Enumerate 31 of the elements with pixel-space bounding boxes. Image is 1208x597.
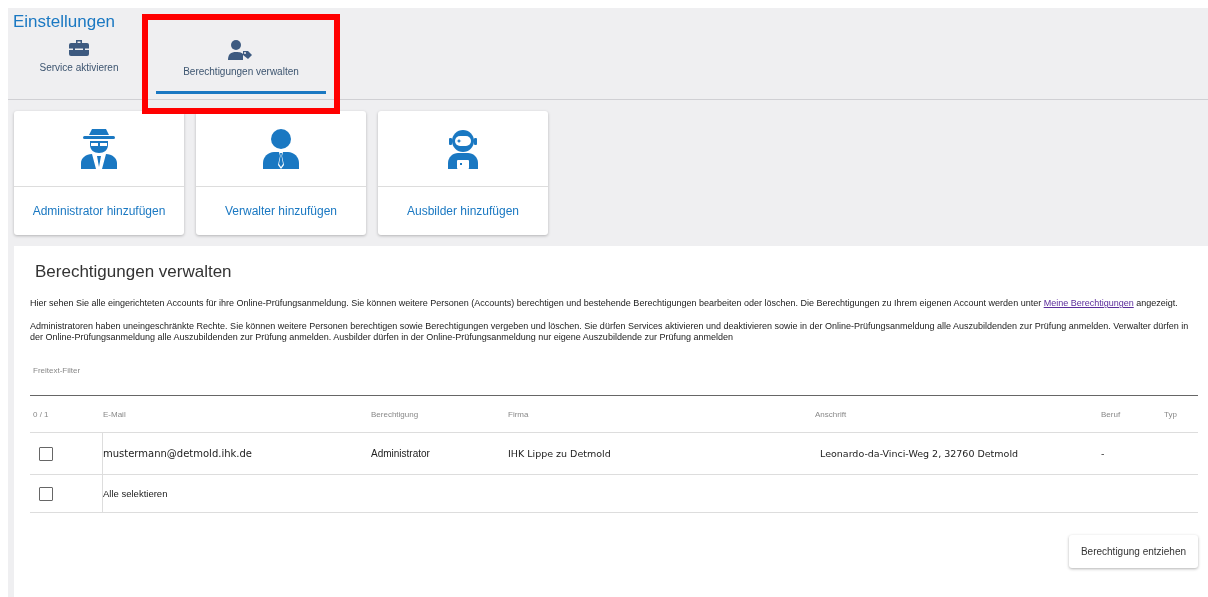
tab[interactable]: Service aktivieren	[20, 34, 138, 94]
column-header: Firma	[508, 409, 530, 419]
user-tag-icon	[228, 40, 254, 60]
checkbox[interactable]	[39, 486, 53, 501]
column-header: Typ	[1164, 409, 1178, 419]
astronaut-icon	[445, 128, 481, 169]
column-header: 0 / 1	[32, 409, 50, 419]
link[interactable]: Meine Berechtigungen	[1043, 298, 1134, 308]
page-title: Einstellungen	[12, 11, 117, 32]
column-header: E-Mail	[103, 409, 127, 419]
add-card[interactable]: Verwalter hinzufügen	[196, 111, 366, 235]
checkbox[interactable]	[39, 446, 53, 461]
toolbox-icon	[69, 40, 89, 56]
add-card[interactable]: Ausbilder hinzufügen	[378, 111, 548, 235]
revoke-button[interactable]: Berechtigung entziehen	[1068, 535, 1198, 568]
column-header: Berechtigung	[371, 409, 420, 419]
column-header: Beruf	[1101, 409, 1122, 419]
column-header: Anschrift	[815, 409, 848, 419]
user-tie-icon	[263, 128, 299, 169]
spy-icon	[81, 128, 117, 169]
tab[interactable]: Berechtigungen verwalten	[156, 34, 326, 94]
description-text: Administratoren haben uneingeschränkte Rechte. Sie können weitere Personen berechtigen sowie Berechtigungen vergeben und löschen. Sie dürfen Services aktivieren und deaktivieren sowie in der Online-Prüfungsanmeldung alle Auszubildenden zur Prüfung anmelden. Verwalter dürfen in der Online-Prüfungsanmeldung alle Auszubildenden zur Prüfung anmelden. Ausbilder dürfen in der Online-Prüfungsanmeldung nur eigene Auszubildende zur Prüfung anmelden	[30, 321, 1190, 343]
add-card[interactable]: Administrator hinzufügen	[14, 111, 184, 235]
table-cell-text: Leonardo-da-Vinci-Weg 2, 32760 Detmold	[819, 448, 1020, 459]
table-cell-text: IHK Lippe zu Detmold	[508, 448, 612, 459]
select-all-label: Alle selektieren	[103, 488, 169, 499]
table-cell-text: Administrator	[371, 448, 431, 459]
description-text: Hier sehen Sie alle eingerichteten Accounts für ihre Online-Prüfungsanmeldung. Sie können weitere Personen (Accounts) berechtigen und bestehende Berechtigungen bearbeiten oder löschen. Die Berechtigungen zu Ihrem eigenen Account werden unter Meine Berechtigungen angezeigt.	[30, 298, 1179, 309]
table-cell-text: -	[1101, 448, 1106, 459]
section-title: Berechtigungen verwalten	[35, 262, 233, 282]
table-cell-text: mustermann@detmold.ihk.de	[103, 448, 253, 459]
